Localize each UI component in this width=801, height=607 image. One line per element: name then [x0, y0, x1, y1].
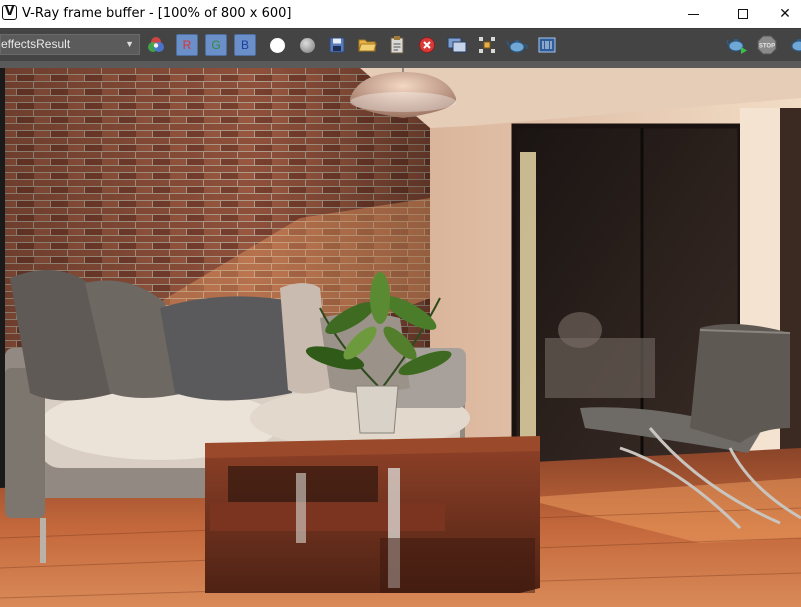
clear-image-button[interactable] [416, 34, 438, 56]
render-last-button[interactable] [786, 34, 801, 56]
blue-channel-button[interactable]: B [234, 34, 256, 56]
stop-label: STOP [759, 44, 775, 50]
minimize-button[interactable] [670, 0, 716, 28]
chevron-down-icon: ▼ [125, 39, 134, 49]
toolbar-separator [0, 61, 801, 68]
render-teapot-icon [506, 40, 528, 53]
lens-effects-button[interactable] [536, 34, 558, 56]
close-icon: ✕ [779, 6, 791, 22]
render-image [0, 68, 801, 607]
render-teapot-button[interactable] [506, 34, 528, 56]
green-channel-button[interactable]: G [205, 34, 227, 56]
white-view-button[interactable] [266, 34, 288, 56]
duplicate-icon [447, 37, 467, 53]
window-title: V-Ray frame buffer - [100% of 800 x 600] [22, 6, 292, 21]
blue-channel-label: B [234, 34, 256, 56]
color-channels-icon [148, 37, 164, 52]
color-channels-button[interactable] [145, 34, 167, 56]
title-bar: V V-Ray frame buffer - [100% of 800 x 60… [0, 0, 801, 28]
save-icon [329, 37, 345, 53]
vfb-toolbar: effectsResult ▼ R G B STOP [0, 28, 801, 62]
red-channel-button[interactable]: R [176, 34, 198, 56]
vray-logo-icon: V [2, 4, 17, 20]
maximize-button[interactable] [720, 0, 766, 28]
red-channel-label: R [176, 34, 198, 56]
minimize-icon [687, 13, 699, 15]
open-folder-icon [358, 39, 377, 52]
render-channel-select[interactable]: effectsResult ▼ [0, 34, 140, 55]
render-last-icon [791, 39, 801, 52]
region-render-button[interactable] [476, 34, 498, 56]
stop-icon: STOP [757, 35, 777, 55]
region-render-icon [479, 37, 495, 53]
clear-icon [419, 37, 435, 53]
alpha-view-button[interactable] [296, 34, 318, 56]
clipboard-button[interactable] [386, 34, 408, 56]
white-dot-icon [269, 37, 285, 53]
rendered-scene [0, 68, 801, 607]
duplicate-button[interactable] [446, 34, 468, 56]
render-start-button[interactable] [726, 34, 748, 56]
maximize-icon [738, 9, 748, 19]
close-button[interactable]: ✕ [762, 0, 801, 28]
clipboard-icon [390, 36, 404, 54]
green-channel-label: G [205, 34, 227, 56]
channel-value: effectsResult [1, 37, 71, 51]
render-start-icon [726, 39, 747, 54]
stop-render-button[interactable]: STOP [756, 34, 778, 56]
save-button[interactable] [326, 34, 348, 56]
logo-letter: V [5, 4, 15, 18]
open-folder-button[interactable] [356, 34, 378, 56]
lens-effects-icon [538, 37, 556, 53]
grey-dot-icon [299, 37, 315, 53]
